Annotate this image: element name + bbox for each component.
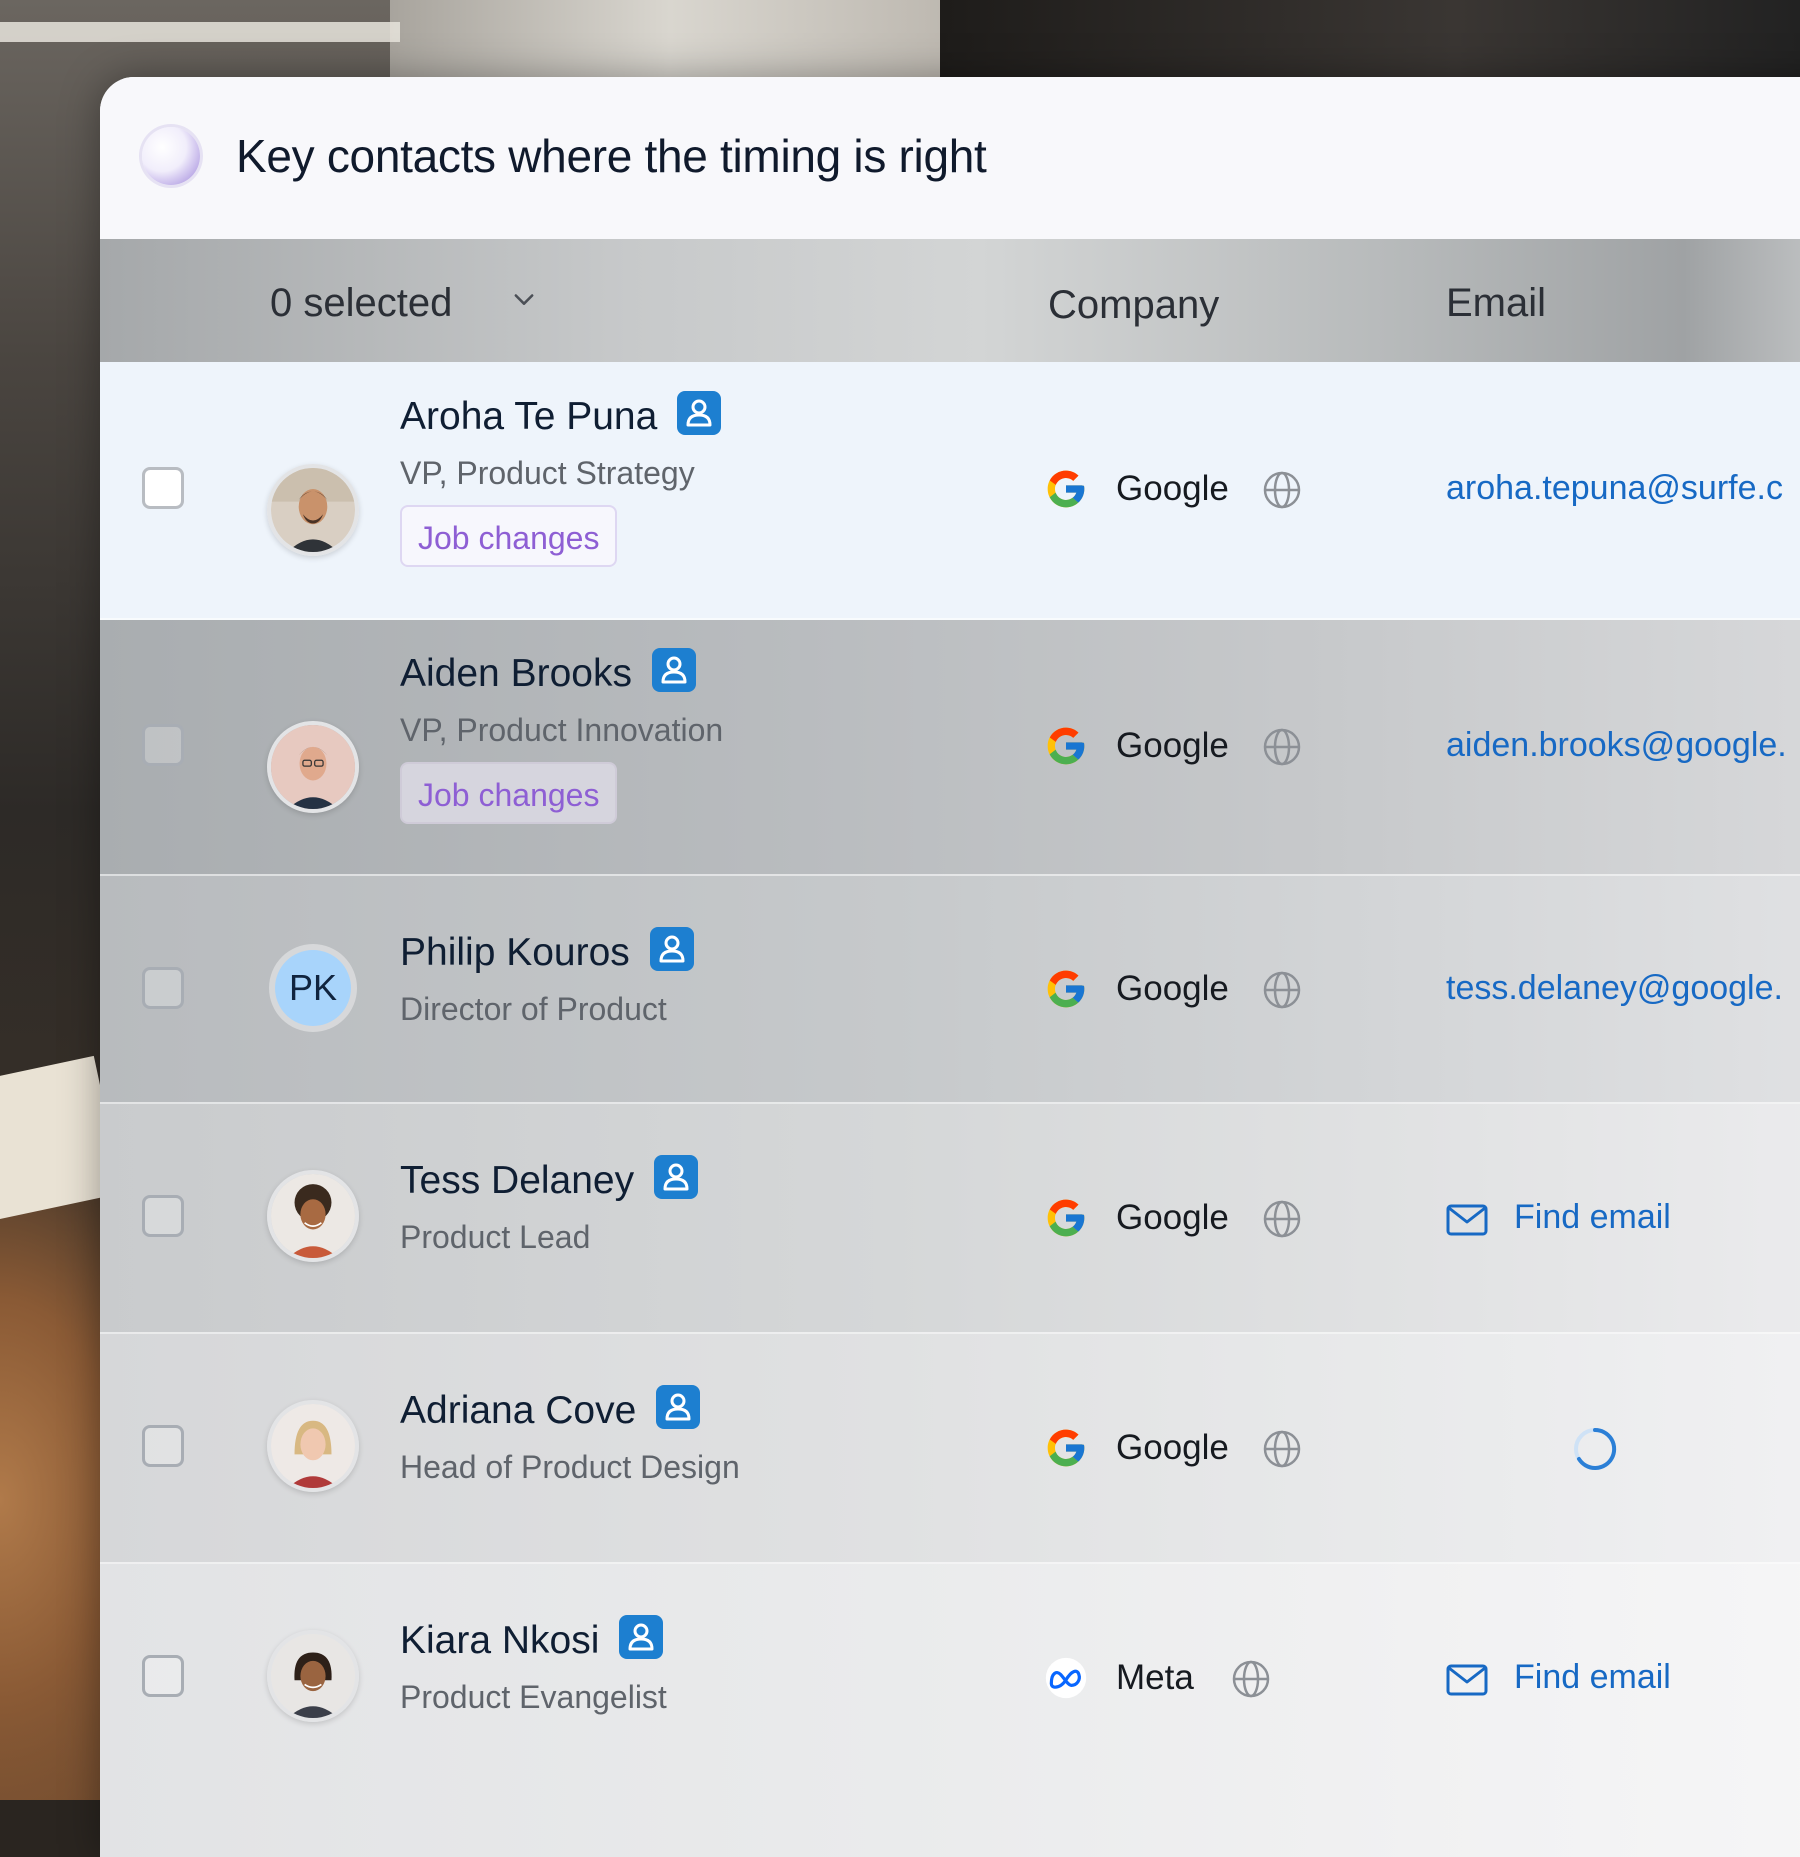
contact-name[interactable]: Aroha Te Puna: [400, 390, 722, 441]
contact-role: Head of Product Design: [400, 1449, 740, 1485]
globe-icon[interactable]: [1262, 1429, 1302, 1469]
avatar: [267, 721, 359, 813]
meta-logo-icon: [1045, 1657, 1087, 1699]
profile-badge-icon[interactable]: [651, 647, 696, 692]
table-row[interactable]: PK Philip Kouros Director of Product Goo…: [100, 876, 1800, 1104]
column-header-email[interactable]: Email: [1446, 281, 1546, 326]
find-email-label: Find email: [1514, 1658, 1671, 1696]
email-link[interactable]: aiden.brooks@google.: [1446, 726, 1787, 765]
globe-icon[interactable]: [1231, 1659, 1271, 1699]
avatar-initials: PK: [275, 950, 351, 1026]
contact-name[interactable]: Aiden Brooks: [400, 647, 696, 698]
company-name[interactable]: Google: [1116, 469, 1229, 509]
row-checkbox[interactable]: [142, 1655, 184, 1697]
company-name[interactable]: Google: [1116, 969, 1229, 1009]
panel-header: Key contacts where the timing is right: [100, 77, 1800, 239]
company-name[interactable]: Google: [1116, 726, 1229, 766]
email-link[interactable]: aroha.tepuna@surfe.c: [1446, 469, 1783, 508]
row-checkbox[interactable]: [142, 1195, 184, 1237]
google-logo-icon: [1047, 470, 1085, 508]
globe-icon[interactable]: [1262, 727, 1302, 767]
globe-icon[interactable]: [1262, 970, 1302, 1010]
contacts-panel: Key contacts where the timing is right 0…: [100, 77, 1800, 1857]
google-logo-icon: [1047, 727, 1085, 765]
profile-badge-icon[interactable]: [619, 1614, 664, 1659]
globe-icon[interactable]: [1262, 1199, 1302, 1239]
profile-badge-icon[interactable]: [649, 926, 694, 971]
column-header-company[interactable]: Company: [1048, 283, 1219, 328]
company-name[interactable]: Google: [1116, 1198, 1229, 1238]
profile-badge-icon[interactable]: [654, 1154, 699, 1199]
profile-badge-icon[interactable]: [656, 1384, 701, 1429]
contact-name[interactable]: Kiara Nkosi: [400, 1614, 664, 1665]
row-checkbox[interactable]: [142, 467, 184, 509]
google-logo-icon: [1047, 1429, 1085, 1467]
avatar: [267, 1170, 359, 1262]
avatar: [267, 1630, 359, 1722]
selection-count[interactable]: 0 selected: [270, 281, 452, 326]
job-changes-tag: Job changes: [400, 762, 618, 824]
table-header: 0 selected Company Email: [100, 239, 1800, 362]
google-logo-icon: [1047, 970, 1085, 1008]
table-row[interactable]: Aroha Te Puna VP, Product Strategy Job c…: [100, 362, 1800, 620]
avatar: [267, 1400, 359, 1492]
contact-role: Product Evangelist: [400, 1679, 667, 1715]
company-name[interactable]: Google: [1116, 1428, 1229, 1468]
chevron-down-icon[interactable]: [510, 285, 538, 313]
loading-spinner-icon: [1574, 1427, 1617, 1470]
table-row[interactable]: Aiden Brooks VP, Product Innovation Job …: [100, 620, 1800, 876]
contact-role: VP, Product Innovation: [400, 712, 724, 748]
google-logo-icon: [1047, 1199, 1085, 1237]
find-email-label: Find email: [1514, 1198, 1671, 1236]
row-checkbox[interactable]: [142, 967, 184, 1009]
contact-role: Product Lead: [400, 1219, 591, 1255]
contact-role: VP, Product Strategy: [400, 455, 695, 491]
table-row[interactable]: Tess Delaney Product Lead Google Find em…: [100, 1104, 1800, 1334]
globe-icon[interactable]: [1262, 470, 1302, 510]
app-logo-icon: [142, 127, 200, 185]
profile-badge-icon[interactable]: [677, 390, 722, 435]
job-changes-tag: Job changes: [400, 505, 618, 567]
row-checkbox[interactable]: [142, 724, 184, 766]
table-row[interactable]: Adriana Cove Head of Product Design Goog…: [100, 1334, 1800, 1564]
contact-role: Director of Product: [400, 991, 667, 1027]
background-stripe: [0, 22, 400, 42]
email-link[interactable]: tess.delaney@google.: [1446, 969, 1783, 1008]
row-checkbox[interactable]: [142, 1425, 184, 1467]
panel-title: Key contacts where the timing is right: [236, 130, 987, 182]
table-row[interactable]: Kiara Nkosi Product Evangelist Meta Find…: [100, 1564, 1800, 1857]
company-name[interactable]: Meta: [1116, 1658, 1194, 1698]
mail-icon: [1446, 1664, 1488, 1696]
contact-name[interactable]: Tess Delaney: [400, 1154, 699, 1205]
mail-icon: [1446, 1204, 1488, 1236]
avatar: [267, 464, 359, 556]
contact-name[interactable]: Adriana Cove: [400, 1384, 701, 1435]
contact-name[interactable]: Philip Kouros: [400, 926, 694, 977]
